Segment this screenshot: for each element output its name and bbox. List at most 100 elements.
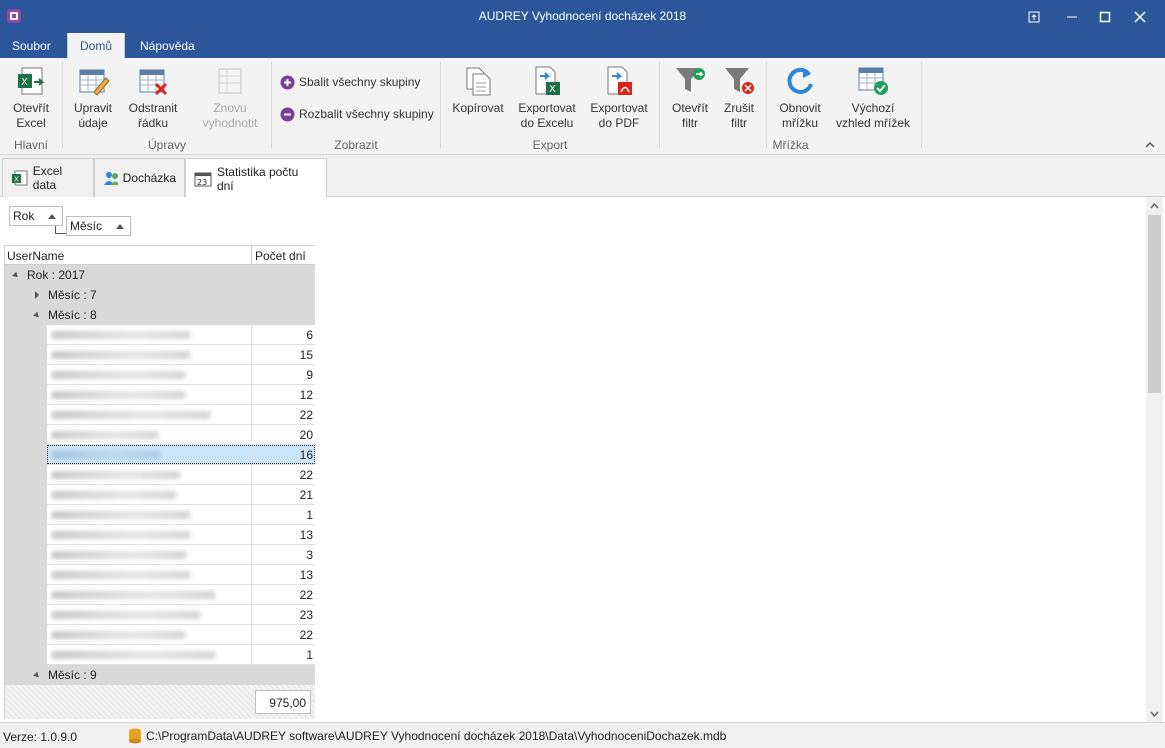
edit-data-button[interactable]: Upravit údaje [69, 64, 117, 131]
expand-all-groups-button[interactable]: Rozbalit všechny skupiny [280, 104, 434, 124]
table-row[interactable]: 22 [47, 405, 315, 425]
tab-napoveda[interactable]: Nápověda [128, 33, 207, 58]
table-row[interactable]: 16 [47, 445, 315, 465]
refresh-grid-label: Obnovit mřížku [779, 101, 821, 130]
table-row[interactable]: 12 [47, 385, 315, 405]
cancel-filter-button[interactable]: Zrušit filtr [718, 64, 760, 131]
chevron-up-icon [1150, 202, 1159, 208]
reevaluate-label: Znovu vyhodnotit [202, 101, 258, 130]
table-row[interactable]: 13 [47, 525, 315, 545]
tab-soubor[interactable]: Soubor [0, 33, 63, 58]
svg-text:X: X [549, 84, 556, 95]
pocet-dni-cell: 23 [251, 605, 315, 624]
expand-arrow-icon[interactable] [33, 671, 41, 680]
table-row[interactable]: 22 [47, 465, 315, 485]
username-redacted [51, 571, 191, 579]
tab-statistika[interactable]: 23 Statistika počtu dní [185, 158, 327, 198]
username-redacted [51, 511, 191, 519]
table-row[interactable]: 3 [47, 545, 315, 565]
pocet-dni-cell: 1 [251, 645, 315, 664]
refresh-grid-button[interactable]: Obnovit mřížku [774, 64, 826, 131]
table-row[interactable]: 15 [47, 345, 315, 365]
reevaluate-button[interactable]: Znovu vyhodnotit [196, 64, 264, 131]
username-redacted [51, 351, 191, 359]
menu-tabs: Soubor Domů Nápověda [0, 33, 1165, 58]
export-excel-icon: X [535, 66, 560, 95]
pocet-dni-cell: 13 [251, 525, 315, 544]
group-separator [62, 62, 63, 148]
column-header-pocet-dni[interactable]: Počet dní [251, 246, 315, 265]
table-row[interactable]: 9 [47, 365, 315, 385]
default-grid-view-button[interactable]: Výchozí vzhled mřížek [834, 64, 912, 131]
summary-row: 975,00 [5, 685, 315, 719]
table-row[interactable]: 6 [47, 325, 315, 345]
tab-dochazka[interactable]: Docházka [94, 158, 185, 197]
group-row-month-7[interactable]: Měsíc : 7 [5, 285, 315, 305]
open-filter-button[interactable]: Otevřít filtr [668, 64, 712, 131]
export-pdf-button[interactable]: Exportovat do PDF [587, 64, 651, 131]
table-row[interactable]: 1 [47, 505, 315, 525]
group-chip-rok[interactable]: Rok [9, 206, 63, 226]
table-row[interactable]: 13 [47, 565, 315, 585]
group-row-year[interactable]: Rok : 2017 [5, 265, 315, 285]
expand-arrow-icon[interactable] [12, 271, 20, 280]
export-excel-label: Exportovat do Excelu [518, 101, 576, 130]
pocet-dni-cell: 20 [251, 425, 315, 444]
database-path-text: C:\ProgramData\AUDREY software\AUDREY Vy… [146, 729, 727, 743]
open-excel-button[interactable]: X Otevřít Excel [8, 64, 54, 131]
table-row[interactable]: 22 [47, 625, 315, 645]
export-pdf-label: Exportovat do PDF [590, 101, 648, 130]
group-chip-mesic-label: Měsíc [70, 219, 103, 233]
minimize-button[interactable] [1055, 0, 1089, 33]
group-row-month-8[interactable]: Měsíc : 8 [5, 305, 315, 325]
group-chip-rok-label: Rok [13, 209, 35, 223]
tab-excel-data[interactable]: X Excel data [2, 158, 94, 197]
tab-dochazka-label: Docházka [122, 171, 176, 185]
remove-row-button[interactable]: Odstranit řádku [124, 64, 182, 131]
statistics-grid: UserName Počet dní Rok : 2017 Měsíc : 7 … [4, 245, 315, 719]
pocet-dni-cell: 3 [251, 545, 315, 564]
username-redacted [51, 591, 216, 599]
column-header-username[interactable]: UserName [7, 249, 64, 263]
scrollbar-thumb[interactable] [1148, 215, 1161, 393]
group-separator [921, 62, 922, 148]
expand-arrow-icon[interactable] [33, 311, 41, 320]
group-separator [659, 62, 660, 148]
table-row[interactable]: 1 [47, 645, 315, 665]
maximize-button[interactable] [1088, 0, 1122, 33]
pocet-dni-cell: 22 [251, 405, 315, 424]
collapse-arrow-icon[interactable] [35, 291, 39, 299]
copy-button[interactable]: Kopírovat [448, 64, 508, 116]
default-grid-view-label: Výchozí vzhled mřížek [835, 101, 911, 130]
collapse-ribbon-button[interactable] [1145, 138, 1155, 152]
close-button[interactable] [1123, 0, 1157, 33]
table-row[interactable]: 23 [47, 605, 315, 625]
reevaluate-icon [218, 68, 242, 94]
copy-label: Kopírovat [452, 101, 504, 115]
status-bar: Verze: 1.0.9.0 C:\ProgramData\AUDREY sof… [0, 722, 1165, 748]
table-row[interactable]: 22 [47, 585, 315, 605]
expand-all-label: Rozbalit všechny skupiny [299, 107, 434, 121]
scroll-up-button[interactable] [1146, 197, 1163, 214]
export-excel-button[interactable]: X Exportovat do Excelu [515, 64, 579, 131]
content-area: Rok Měsíc UserName Počet dní Rok : 2017 … [0, 197, 1165, 722]
chevron-up-icon [1145, 141, 1155, 148]
table-row[interactable]: 20 [47, 425, 315, 445]
sort-asc-icon [116, 224, 124, 229]
vertical-scrollbar[interactable] [1146, 197, 1163, 722]
table-row[interactable]: 21 [47, 485, 315, 505]
pocet-dni-cell: 22 [251, 465, 315, 484]
collapse-all-groups-button[interactable]: Sbalit všechny skupiny [280, 72, 420, 92]
pocet-dni-cell: 1 [251, 505, 315, 524]
pocet-dni-cell: 6 [251, 325, 315, 344]
restore-layout-button[interactable] [1017, 0, 1051, 33]
pocet-dni-cell: 21 [251, 485, 315, 504]
tab-domu[interactable]: Domů [67, 33, 126, 58]
username-redacted [51, 491, 177, 499]
group-row-month-9[interactable]: Měsíc : 9 [5, 665, 315, 685]
group-chip-mesic[interactable]: Měsíc [66, 216, 131, 236]
username-redacted [51, 331, 191, 339]
excel-open-icon: X [18, 67, 45, 95]
scroll-down-button[interactable] [1146, 705, 1163, 722]
ribbon: X Otevřít Excel Hlavní Upravit údaje Ods… [0, 58, 1165, 155]
